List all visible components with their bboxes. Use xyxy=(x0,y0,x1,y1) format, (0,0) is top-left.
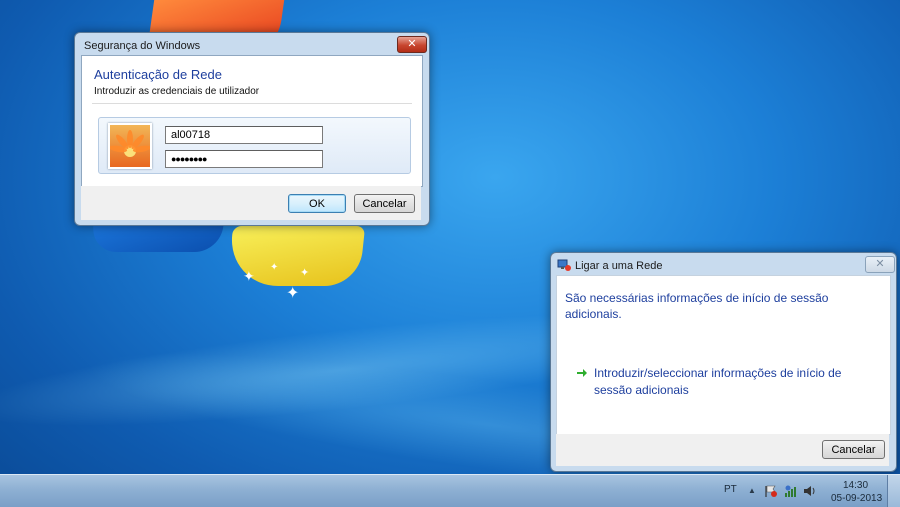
dialog-footer: Cancelar xyxy=(556,434,889,466)
dialog-title: Ligar a uma Rede xyxy=(575,260,663,272)
enter-credentials-link[interactable]: Introduzir/seleccionar informações de in… xyxy=(594,365,864,399)
flower-icon xyxy=(109,130,151,157)
sparkle-icon: ✦ xyxy=(286,285,300,302)
show-hidden-icons-icon[interactable]: ▲ xyxy=(745,484,759,498)
show-desktop-button[interactable] xyxy=(887,475,900,507)
dialog-subheading: Introduzir as credenciais de utilizador xyxy=(94,86,260,97)
sparkle-icon: ✦ xyxy=(270,262,279,273)
dialog-message: São necessárias informações de início de… xyxy=(565,291,829,321)
close-icon[interactable]: ✕ xyxy=(397,36,427,53)
password-input[interactable]: ●●●●●●●● xyxy=(165,150,323,168)
windows-security-dialog: Segurança do Windows ✕ Autenticação de R… xyxy=(74,32,430,226)
green-arrow-icon xyxy=(575,366,589,380)
windows-logo-blue xyxy=(90,226,224,252)
clock-time[interactable]: 14:30 xyxy=(843,480,868,491)
dialog-heading: Autenticação de Rede xyxy=(94,67,222,82)
network-icon xyxy=(557,258,571,272)
cancel-button[interactable]: Cancelar xyxy=(822,440,885,459)
user-avatar xyxy=(108,123,152,169)
sparkle-icon: ✦ xyxy=(243,268,255,284)
username-input[interactable]: al00718 xyxy=(165,126,323,144)
credential-tile[interactable]: al00718 ●●●●●●●● xyxy=(98,117,411,174)
dialog-title: Segurança do Windows xyxy=(84,40,201,52)
dialog-content: Autenticação de Rede Introduzir as crede… xyxy=(81,55,423,187)
action-center-flag-icon[interactable] xyxy=(764,484,778,498)
sparkle-icon: ✦ xyxy=(300,267,310,279)
language-indicator[interactable]: PT xyxy=(724,484,737,495)
close-icon[interactable]: ✕ xyxy=(865,256,895,273)
clock-date[interactable]: 05-09-2013 xyxy=(831,493,882,504)
divider xyxy=(92,103,412,104)
dialog-content: São necessárias informações de início de… xyxy=(556,275,891,435)
ok-button[interactable]: OK xyxy=(288,194,346,213)
volume-icon[interactable] xyxy=(803,484,817,498)
dialog-footer: OK Cancelar xyxy=(81,186,421,220)
cancel-button[interactable]: Cancelar xyxy=(354,194,415,213)
network-status-icon[interactable] xyxy=(784,484,798,498)
taskbar: PT ▲ 14:30 05-09-2013 xyxy=(0,474,900,507)
connect-network-dialog: Ligar a uma Rede ✕ São necessárias infor… xyxy=(550,252,897,472)
